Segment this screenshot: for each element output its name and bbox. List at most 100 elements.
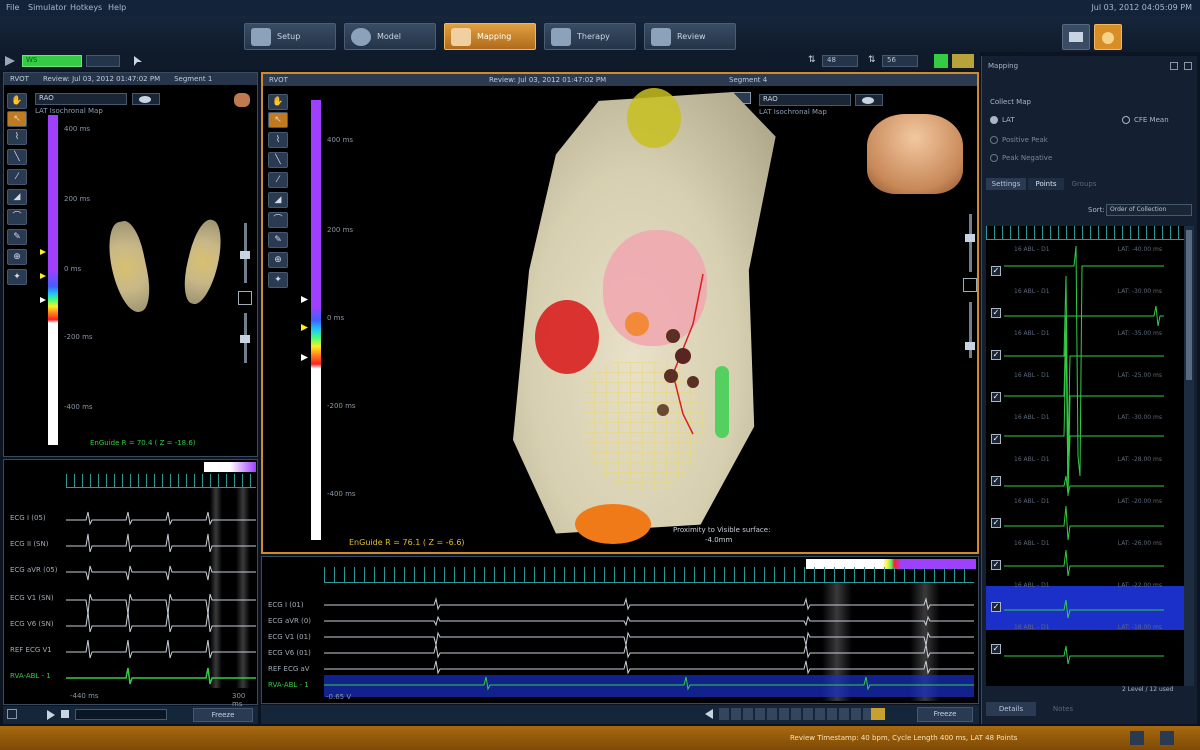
select-tool[interactable]: ↖ [7,111,27,127]
freeze-button[interactable]: Freeze [917,707,973,722]
tab-groups[interactable]: Groups [1066,178,1102,190]
pin-icon[interactable] [1184,62,1192,70]
zoom-slider[interactable] [969,214,972,272]
torso-orientation-icon[interactable] [234,93,250,107]
select-tool[interactable]: ↖ [268,112,288,128]
stop-icon[interactable] [61,710,69,718]
view-select[interactable]: RAO [35,93,127,105]
tab-settings[interactable]: Settings [986,178,1026,190]
lat-region-red[interactable] [535,300,599,374]
points-scrollbar[interactable] [1184,226,1194,686]
point-include-checkbox[interactable]: ✓ [991,392,1001,402]
record-icon[interactable] [7,709,17,719]
gain-dropdown[interactable]: WS [22,55,82,67]
radio-lat[interactable] [990,116,998,124]
line-tool[interactable]: ╲ [7,149,27,165]
lat-region-yellow[interactable] [627,88,681,148]
lat-color-scale[interactable] [48,115,58,445]
clip-slider-handle[interactable] [240,335,250,343]
point-include-checkbox[interactable]: ✓ [991,266,1001,276]
scale-marker-icon[interactable] [40,249,46,255]
fit-view-icon[interactable] [238,291,252,305]
clip-slider-handle[interactable] [965,342,975,350]
menu-help[interactable]: Help [108,3,126,12]
scale-marker-icon[interactable] [40,273,46,279]
zoom-slider-handle[interactable] [240,251,250,259]
lasso-tool[interactable]: ⌇ [7,129,27,145]
fit-view-icon[interactable] [963,278,977,292]
tab-review[interactable]: Review [644,23,736,50]
point-include-checkbox[interactable]: ✓ [991,560,1001,570]
eye-toggle[interactable] [855,94,883,106]
eraser-tool[interactable]: ◢ [268,192,288,208]
label-tool[interactable]: ✦ [7,269,27,285]
view-select[interactable]: RAO [759,94,851,106]
point-include-checkbox[interactable]: ✓ [991,308,1001,318]
tab-notes[interactable]: Notes [1038,702,1088,716]
status-icon[interactable] [1130,731,1144,745]
tab-setup[interactable]: Setup [244,23,336,50]
label-tool[interactable]: ✦ [268,272,288,288]
radio-peak-negative[interactable] [990,154,998,162]
tab-details[interactable]: Details [986,702,1036,716]
point-include-checkbox[interactable]: ✓ [991,644,1001,654]
playback-scrubber[interactable] [75,709,167,720]
curve-tool[interactable]: ⌒ [268,212,288,228]
count-field-b[interactable]: 56 [882,55,918,67]
tab-points[interactable]: Points [1028,178,1064,190]
scale-marker-icon[interactable] [301,324,308,331]
measure-tool[interactable]: ⁄ [268,172,288,188]
play-icon[interactable] [47,710,55,720]
menu-hotkeys[interactable]: Hotkeys [70,3,102,12]
eraser-tool[interactable]: ◢ [7,189,27,205]
hand-tool[interactable]: ✋ [7,93,27,109]
step-back-icon[interactable] [705,709,713,719]
curve-tool[interactable]: ⌒ [7,209,27,225]
scrollbar-thumb[interactable] [1186,230,1192,380]
pen-tool[interactable]: ✎ [7,229,27,245]
point-include-checkbox[interactable]: ✓ [991,476,1001,486]
camera-button[interactable] [1062,24,1090,50]
heart-model-lao[interactable] [178,216,228,308]
lat-color-scale[interactable] [311,100,321,540]
scale-marker-icon[interactable] [40,297,46,303]
freeze-button[interactable]: Freeze [193,708,253,722]
bookmark-icon[interactable] [871,708,885,720]
zoom-tool[interactable]: ⊕ [7,249,27,265]
playback-controls[interactable] [719,708,879,720]
lat-region-orange-bottom[interactable] [575,504,651,544]
hand-tool[interactable]: ✋ [268,94,288,110]
point-include-checkbox[interactable]: ✓ [991,434,1001,444]
point-include-checkbox[interactable]: ✓ [991,518,1001,528]
pen-tool[interactable]: ✎ [268,232,288,248]
tab-mapping[interactable]: Mapping [444,23,536,50]
status-icon[interactable] [1160,731,1174,745]
lasso-tool[interactable]: ⌇ [268,132,288,148]
measure-tool[interactable]: ⁄ [7,169,27,185]
tab-therapy[interactable]: Therapy [544,23,636,50]
menu-simulator[interactable]: Simulator [28,3,67,12]
line-tool[interactable]: ╲ [268,152,288,168]
zoom-tool[interactable]: ⊕ [268,252,288,268]
layout-icon[interactable] [952,54,974,68]
zoom-slider-handle[interactable] [965,234,975,242]
ecg-scale-bar[interactable] [204,462,256,472]
tab-model[interactable]: Model [344,23,436,50]
radio-cfe[interactable] [1122,116,1130,124]
eye-toggle[interactable] [132,93,160,105]
menu-file[interactable]: File [6,3,19,12]
gain-spinner[interactable] [86,55,120,67]
point-include-checkbox[interactable]: ✓ [991,350,1001,360]
sort-select[interactable]: Order of Collection [1106,204,1192,216]
settings-button[interactable] [1094,24,1122,50]
heart-model-rao[interactable] [102,218,156,316]
point-include-checkbox[interactable]: ✓ [991,602,1001,612]
torso-orientation-icon[interactable] [867,114,963,194]
scale-marker-icon[interactable] [301,296,308,303]
catheter-path[interactable] [643,264,723,444]
play-forward-icon[interactable] [934,54,948,68]
count-field-a[interactable]: 48 [822,55,858,67]
dock-icon[interactable] [1170,62,1178,70]
scale-marker-icon[interactable] [301,354,308,361]
radio-positive-peak[interactable] [990,136,998,144]
